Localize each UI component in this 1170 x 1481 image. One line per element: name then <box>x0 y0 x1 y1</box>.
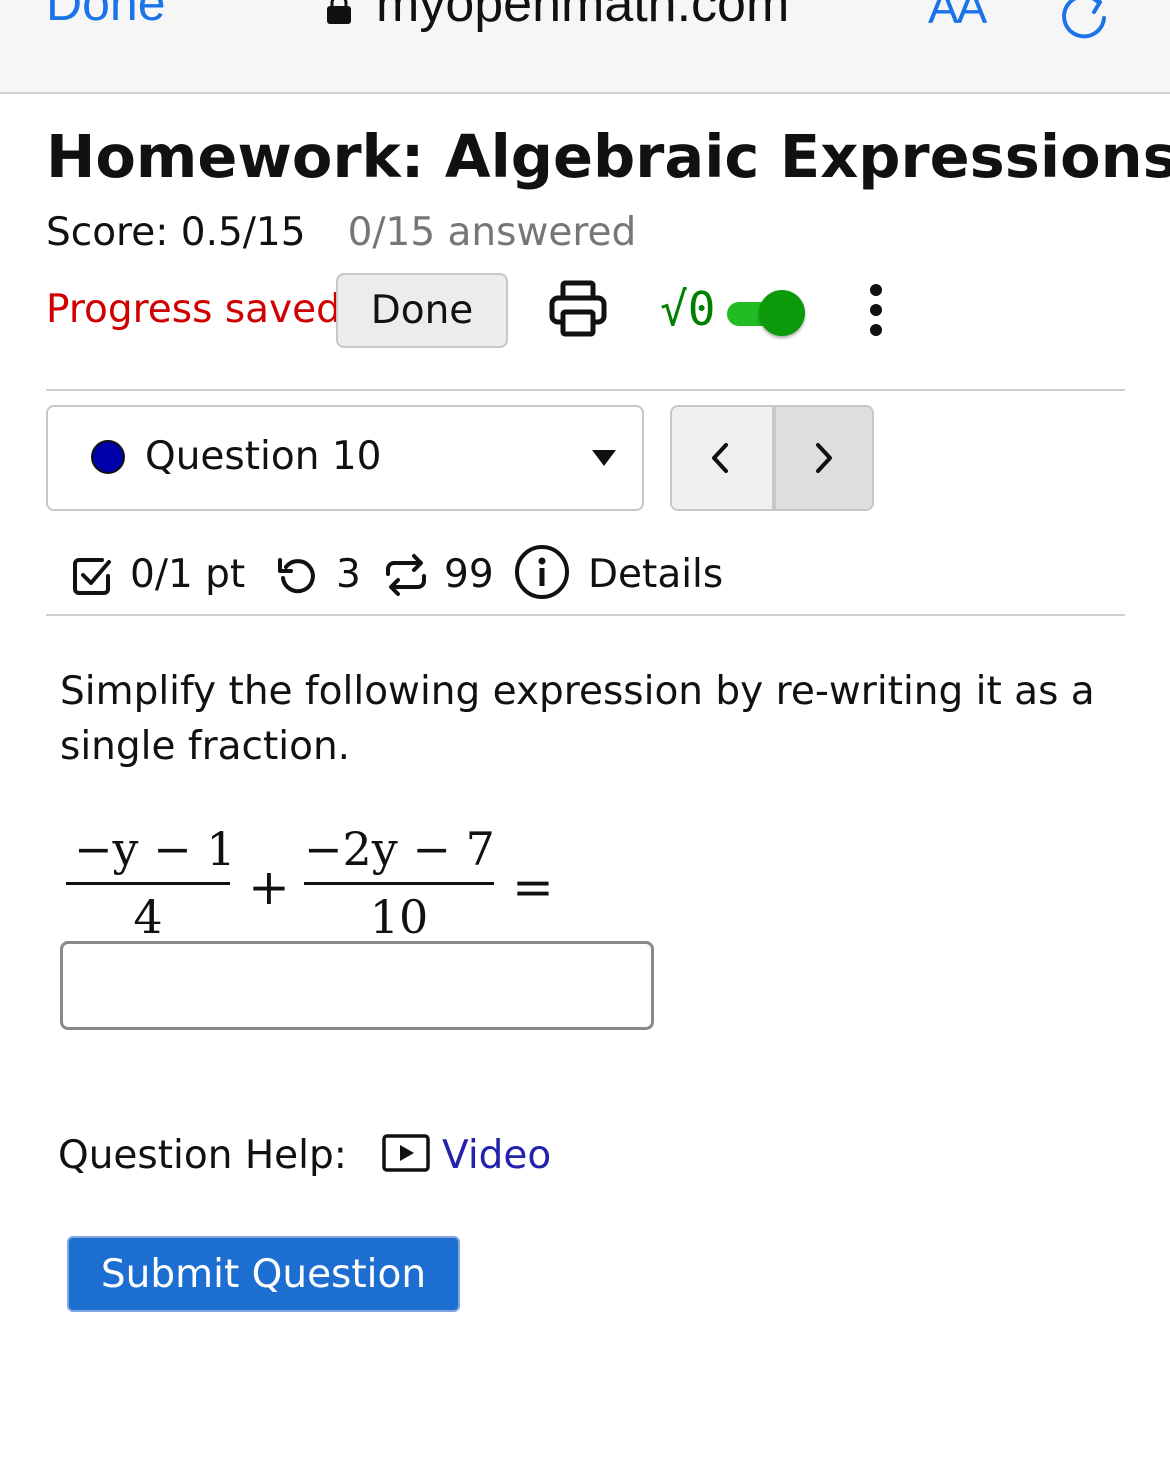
browser-done-button[interactable]: Done <box>46 0 166 32</box>
video-link[interactable]: Video <box>442 1126 551 1186</box>
score-value: Score: 0.5/15 <box>46 210 306 255</box>
reload-icon[interactable] <box>1058 0 1114 44</box>
math-entry-toggle[interactable] <box>725 290 807 336</box>
term2-denominator: 10 <box>369 890 429 944</box>
math-expression: −y − 1 4 + −2y − 7 10 = <box>60 820 600 950</box>
divider <box>46 614 1125 616</box>
details-link[interactable]: Details <box>588 542 723 608</box>
plus-operator: + <box>248 858 290 916</box>
info-icon[interactable] <box>514 544 570 600</box>
term1-denominator: 4 <box>133 890 163 944</box>
progress-status: Progress saved <box>46 287 341 332</box>
term2-numerator: −2y − 7 <box>304 822 495 876</box>
versions-icon <box>386 554 426 596</box>
question-nav-buttons <box>670 405 874 511</box>
math-entry-icon: √0 <box>660 282 716 336</box>
term1-numerator: −y − 1 <box>74 822 236 876</box>
answered-count: 0/15 answered <box>347 210 637 255</box>
more-vertical-icon[interactable] <box>868 282 884 338</box>
lock-icon <box>327 0 351 24</box>
chevron-right-icon <box>816 443 832 473</box>
previous-question-button[interactable] <box>672 407 772 509</box>
chevron-left-icon <box>712 443 728 473</box>
text-size-button[interactable]: AA <box>928 0 987 34</box>
question-status-dot <box>91 440 125 474</box>
question-select[interactable]: Question 10 <box>46 405 644 511</box>
video-icon[interactable] <box>382 1134 430 1172</box>
score-row: Score: 0.5/15 0/15 answered <box>46 210 636 255</box>
question-meta: 0/1 pt 3 99 Details <box>72 542 1132 608</box>
points-value: 0/1 pt <box>130 552 246 597</box>
question-prompt: Simplify the following expression by re-… <box>60 669 1095 769</box>
question-help-label: Question Help: <box>58 1133 347 1178</box>
retry-icon <box>278 558 315 594</box>
browser-toolbar: Done myopenmath.com AA <box>0 0 1170 94</box>
fraction-bar <box>304 882 494 885</box>
done-button[interactable]: Done <box>336 273 508 348</box>
checkbox-icon <box>73 558 111 595</box>
answer-input[interactable] <box>60 941 654 1030</box>
print-icon[interactable] <box>548 280 608 338</box>
equals-sign: = <box>512 858 554 916</box>
versions-value: 99 <box>444 552 494 597</box>
address-bar[interactable]: myopenmath.com <box>376 0 789 34</box>
caret-down-icon <box>592 450 616 466</box>
fraction-bar <box>66 882 230 885</box>
divider <box>46 389 1125 391</box>
page-title: Homework: Algebraic Expressions <box>46 122 1170 191</box>
submit-question-button[interactable]: Submit Question <box>67 1236 460 1312</box>
toggle-knob <box>759 290 805 336</box>
next-question-button[interactable] <box>776 407 872 509</box>
retries-value: 3 <box>336 552 361 597</box>
question-select-label: Question 10 <box>145 434 382 479</box>
